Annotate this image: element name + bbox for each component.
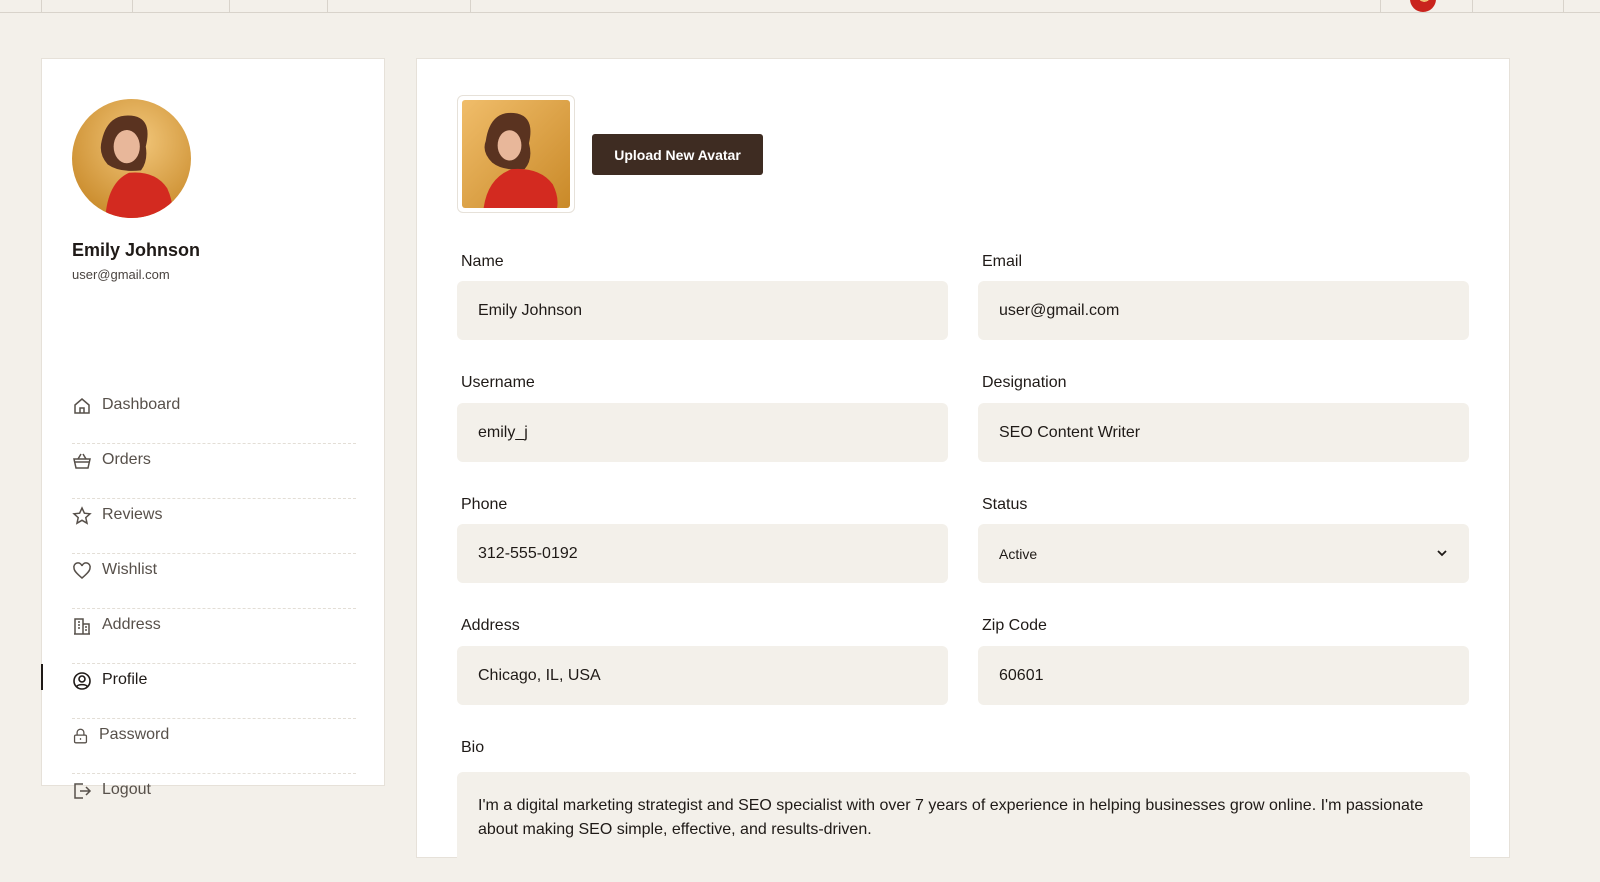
- status-selected-value: Active: [999, 545, 1038, 562]
- user-circle-icon: [72, 671, 92, 691]
- status-select[interactable]: Active: [978, 524, 1469, 583]
- designation-label: Designation: [982, 374, 1067, 391]
- sidebar-item-orders[interactable]: Orders: [72, 444, 356, 499]
- active-indicator: [41, 664, 43, 690]
- name-label: Name: [461, 253, 504, 270]
- sidebar-item-label: Orders: [102, 451, 151, 468]
- sidebar-item-label: Dashboard: [102, 396, 181, 413]
- sidebar-item-label: Address: [102, 616, 161, 633]
- email-field[interactable]: user@gmail.com: [978, 281, 1469, 340]
- phone-field[interactable]: 312-555-0192: [457, 524, 948, 583]
- account-avatar[interactable]: [1410, 0, 1436, 12]
- address-label: Address: [461, 617, 520, 634]
- topbar-divider: [41, 0, 42, 12]
- sidebar-nav: Dashboard Orders Reviews Wishlist Addres…: [41, 389, 356, 829]
- bio-textarea[interactable]: I'm a digital marketing strategist and S…: [457, 772, 1470, 882]
- topbar-divider: [327, 0, 328, 12]
- lock-icon: [72, 726, 89, 746]
- email-label: Email: [982, 253, 1023, 270]
- sidebar-item-label: Wishlist: [102, 561, 158, 578]
- building-icon: [72, 616, 92, 636]
- sidebar-item-dashboard[interactable]: Dashboard: [72, 389, 356, 444]
- avatar: [72, 99, 191, 218]
- topbar-divider: [229, 0, 230, 12]
- avatar-preview: [457, 95, 575, 213]
- name-field[interactable]: Emily Johnson: [457, 281, 948, 340]
- sidebar-item-reviews[interactable]: Reviews: [72, 499, 356, 554]
- user-email: user@gmail.com: [72, 267, 170, 282]
- designation-field[interactable]: SEO Content Writer: [978, 403, 1469, 462]
- home-icon: [72, 396, 92, 416]
- topbar-divider: [470, 0, 471, 12]
- profile-form-card: Upload New Avatar Name Emily Johnson Ema…: [416, 58, 1510, 882]
- sidebar-item-password[interactable]: Password: [72, 719, 356, 774]
- bio-label: Bio: [461, 739, 485, 756]
- username-label: Username: [461, 374, 535, 391]
- phone-label: Phone: [461, 496, 508, 513]
- star-icon: [72, 506, 92, 526]
- zip-code-label: Zip Code: [982, 617, 1047, 634]
- logout-icon: [72, 781, 92, 801]
- topbar-divider: [132, 0, 133, 12]
- account-sidebar: Emily Johnson user@gmail.com Dashboard O…: [41, 58, 385, 799]
- sidebar-item-logout[interactable]: Logout: [72, 774, 356, 829]
- sidebar-item-label: Reviews: [102, 506, 163, 523]
- address-field[interactable]: Chicago, IL, USA: [457, 646, 948, 705]
- zip-code-field[interactable]: 60601: [978, 646, 1469, 705]
- topbar-divider: [1472, 0, 1473, 12]
- sidebar-item-wishlist[interactable]: Wishlist: [72, 554, 356, 609]
- upload-avatar-button[interactable]: Upload New Avatar: [592, 134, 763, 175]
- sidebar-item-label: Profile: [102, 671, 148, 688]
- username-field[interactable]: emily_j: [457, 403, 948, 462]
- topbar-divider: [1380, 0, 1381, 12]
- avatar-image: [462, 100, 570, 208]
- chevron-down-icon: [1436, 546, 1448, 562]
- sidebar-item-label: Password: [99, 726, 170, 743]
- sidebar-item-address[interactable]: Address: [72, 609, 356, 664]
- heart-icon: [72, 561, 92, 581]
- basket-icon: [72, 451, 92, 471]
- top-navigation-bar: [0, 0, 1600, 13]
- status-label: Status: [982, 496, 1028, 513]
- sidebar-item-label: Logout: [102, 781, 151, 798]
- sidebar-item-profile[interactable]: Profile: [41, 664, 356, 719]
- user-name: Emily Johnson: [72, 240, 201, 260]
- topbar-divider: [1563, 0, 1564, 12]
